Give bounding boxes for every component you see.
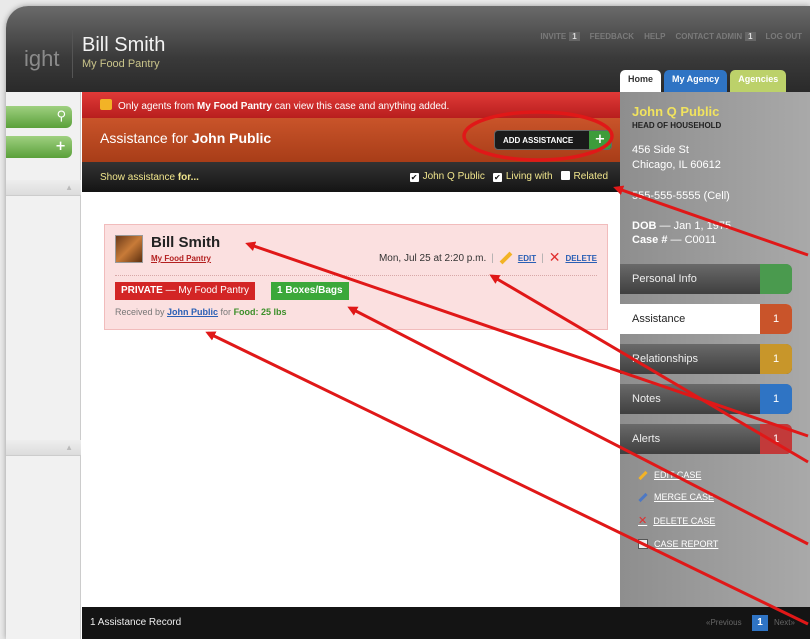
sidebar-section-header[interactable]: ▲ [6,440,81,456]
record-count: 1 Assistance Record [90,617,182,628]
case-actions: EDIT CASE MERGE CASE ✕ DELETE CASE CASE R… [638,470,718,561]
client-name: John Q Public [632,104,720,119]
section-count-badge: 1 [760,424,792,454]
edit-link[interactable]: EDIT [518,254,536,263]
private-badge: PRIVATE — My Food Pantry [115,282,255,300]
privacy-notice: Only agents from My Food Pantry can view… [82,92,620,118]
client-role: HEAD OF HOUSEHOLD [632,121,722,130]
nav-help[interactable]: HELP [644,32,665,41]
search-icon: ⚲ [56,109,66,124]
section-personal-info[interactable]: Personal Info [620,264,792,294]
received-line: Received by John Public for Food: 25 lbs [115,307,287,317]
section-relationships[interactable]: Relationships 1 [620,344,792,374]
main-content: Only agents from My Food Pantry can view… [82,92,620,639]
tab-my-agency[interactable]: My Agency [664,70,728,92]
separator: | [491,252,494,264]
app-window: ight Bill Smith My Food Pantry INVITE 1 F… [6,6,810,639]
merge-icon [638,492,648,502]
collapse-icon: ▲ [65,183,73,192]
plus-icon: + [589,131,611,149]
tab-agencies[interactable]: Agencies [730,70,787,92]
nav-feedback[interactable]: FEEDBACK [590,32,634,41]
client-address-line2: Chicago, IL 60612 [632,159,721,171]
current-page[interactable]: 1 [752,615,768,631]
record-count-bar: 1 Assistance Record [82,607,620,639]
top-nav: INVITE 1 FEEDBACK HELP CONTACT ADMIN 1 LOG… [540,32,802,41]
filter-label: Show assistance for... [100,172,199,183]
delete-x-icon: ✕ [638,514,648,527]
record-agent-name: Bill Smith [151,234,221,251]
nav-invite[interactable]: INVITE 1 [540,32,580,41]
client-case-number: Case # — C0011 [632,234,717,246]
pagination: «Previous 1 Next» [620,607,810,639]
delete-link[interactable]: DELETE [565,254,597,263]
recipient-link[interactable]: John Public [167,307,218,317]
section-assistance[interactable]: Assistance 1 [620,304,792,334]
header-divider [72,30,73,78]
nav-contact-admin[interactable]: CONTACT ADMIN 1 [675,32,756,41]
client-phone: 555-555-5555 (Cell) [632,190,730,202]
section-notes[interactable]: Notes 1 [620,384,792,414]
pencil-icon[interactable] [499,251,513,265]
delete-case-link[interactable]: ✕ DELETE CASE [638,514,718,527]
search-button[interactable]: ⚲ [6,106,72,128]
report-icon [638,539,648,549]
top-header: ight Bill Smith My Food Pantry INVITE 1 F… [6,6,810,92]
checkbox-checked-icon[interactable]: ✔ [492,173,502,182]
client-address-line1: 456 Side St [632,144,689,156]
previous-page-link[interactable]: «Previous [706,618,742,627]
assistance-record-card: Bill Smith My Food Pantry Mon, Jul 25 at… [104,224,608,330]
filter-living-with[interactable]: ✔ Living with [492,171,553,182]
quantity-badge: 1 Boxes/Bags [271,282,349,300]
checkbox-unchecked-icon[interactable] [560,171,570,180]
section-alerts[interactable]: Alerts 1 [620,424,792,454]
record-datetime: Mon, Jul 25 at 2:20 p.m. [378,252,487,264]
record-meta: Mon, Jul 25 at 2:20 p.m. | EDIT | ✕ DELE… [379,250,597,266]
record-agent-org-link[interactable]: My Food Pantry [151,254,211,263]
checkbox-checked-icon[interactable]: ✔ [409,173,419,182]
agent-avatar [115,235,143,263]
section-count-badge: 1 [760,304,792,334]
main-tabs: Home My Agency Agencies [620,70,787,92]
app-logo: ight [24,46,60,71]
section-count-badge: 1 [760,344,792,374]
filter-related[interactable]: Related [560,171,608,182]
client-panel: John Q Public HEAD OF HOUSEHOLD 456 Side… [620,92,810,639]
left-sidebar: ⚲ + ▲ ▲ [6,92,81,639]
section-count-badge: 1 [760,384,792,414]
agent-org: My Food Pantry [82,58,160,70]
agent-name: Bill Smith [82,34,166,56]
collapse-icon: ▲ [65,443,73,452]
plus-icon: + [55,139,66,154]
tab-home[interactable]: Home [620,70,662,92]
add-assistance-button[interactable]: ADD ASSISTANCE + [494,130,612,150]
filter-john-q-public[interactable]: ✔ John Q Public [409,171,485,182]
lock-icon [100,99,112,110]
add-case-button[interactable]: + [6,136,72,158]
assistance-title: Assistance for John Public [100,130,272,146]
delete-x-icon[interactable]: ✕ [549,250,561,266]
food-amount: Food: 25 lbs [233,307,287,317]
section-count-badge [760,264,792,294]
edit-case-link[interactable]: EDIT CASE [638,470,718,480]
merge-case-link[interactable]: MERGE CASE [638,492,718,502]
nav-log-out[interactable]: LOG OUT [766,32,802,41]
assistance-header: Assistance for John Public ADD ASSISTANC… [82,118,620,162]
assistance-filter-bar: Show assistance for... ✔ John Q Public ✔ L… [82,162,620,192]
case-report-link[interactable]: CASE REPORT [638,539,718,549]
client-dob: DOB — Jan 1, 1975 [632,220,732,232]
record-divider [115,275,597,276]
sidebar-section-header[interactable]: ▲ [6,180,81,196]
filter-options: ✔ John Q Public ✔ Living with Related [409,171,608,182]
next-page-link[interactable]: Next» [774,618,795,627]
pencil-icon [638,470,648,480]
separator: | [541,252,544,264]
